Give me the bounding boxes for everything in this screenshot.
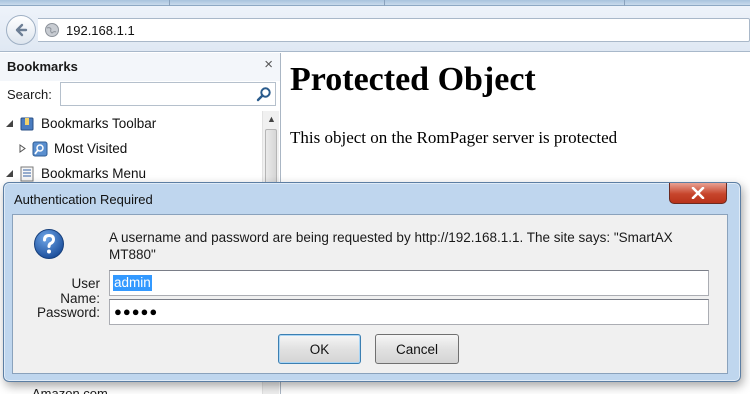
tree-item-amazon[interactable]: Amazon.com [32, 386, 108, 394]
dialog-message: A username and password are being reques… [109, 229, 689, 263]
search-icon[interactable] [256, 86, 272, 102]
username-label: User Name: [60, 276, 100, 306]
navigation-toolbar: 192.168.1.1 [0, 6, 750, 52]
bookmarks-menu-icon [19, 166, 35, 182]
tree-item-bookmarks-toolbar[interactable]: Bookmarks Toolbar [0, 111, 262, 136]
sidebar-header: Bookmarks × [0, 53, 280, 81]
collapsed-triangle-icon[interactable] [18, 144, 27, 153]
tree-item-most-visited[interactable]: Most Visited [0, 136, 262, 161]
cancel-button[interactable]: Cancel [375, 334, 459, 364]
dialog-title: Authentication Required [14, 192, 153, 207]
tree-item-label: Bookmarks Toolbar [41, 116, 157, 131]
password-label: Password: [36, 305, 100, 320]
dialog-close-button[interactable] [669, 183, 727, 204]
scroll-up-arrow-icon[interactable]: ▲ [267, 114, 276, 124]
page-heading: Protected Object [290, 61, 536, 98]
back-arrow-icon [15, 23, 28, 37]
password-field[interactable]: ●●●●● [109, 299, 709, 325]
username-value: admin [113, 275, 152, 291]
authentication-dialog: Authentication Required A username and p… [3, 182, 741, 382]
password-mask: ●●●●● [114, 304, 159, 319]
tree-item-label: Most Visited [54, 141, 128, 156]
expanded-triangle-icon[interactable] [5, 119, 14, 128]
url-text: 192.168.1.1 [66, 22, 135, 38]
sidebar-search-label: Search: [7, 87, 52, 102]
sidebar-search-input[interactable] [60, 82, 276, 106]
ok-button[interactable]: OK [278, 334, 361, 364]
question-icon [34, 229, 64, 259]
dialog-message-line: MT880" [109, 247, 156, 262]
sidebar-title: Bookmarks [7, 59, 78, 74]
sidebar-close-icon[interactable]: × [264, 57, 273, 73]
back-button[interactable] [6, 15, 36, 45]
scrollbar-thumb[interactable] [265, 129, 277, 189]
bookmarks-tree: Bookmarks Toolbar Most Visited Bookmarks… [0, 111, 262, 186]
username-field[interactable]: admin [109, 270, 709, 296]
tree-item-label: Bookmarks Menu [41, 166, 147, 181]
globe-icon [45, 23, 59, 37]
dialog-body: A username and password are being reques… [12, 214, 728, 374]
close-icon [691, 187, 705, 199]
tree-item-label: Amazon.com [32, 386, 108, 394]
url-bar[interactable]: 192.168.1.1 [38, 18, 750, 42]
smart-folder-icon [32, 141, 48, 157]
dialog-message-line: A username and password are being reques… [109, 230, 673, 245]
bookmarks-toolbar-icon [19, 116, 35, 132]
expanded-triangle-icon[interactable] [5, 169, 14, 178]
page-message: This object on the RomPager server is pr… [290, 128, 618, 147]
